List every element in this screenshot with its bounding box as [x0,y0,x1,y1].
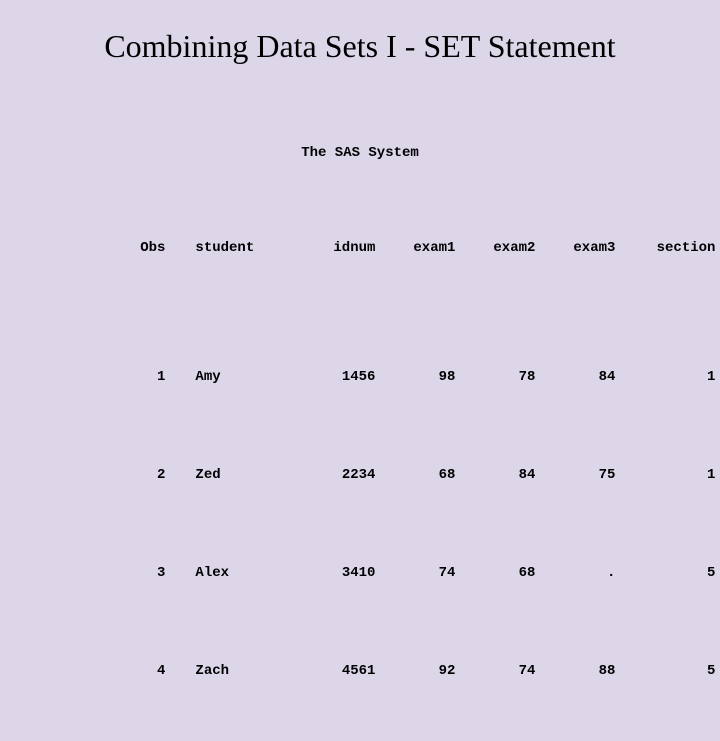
cell-exam3: 84 [535,368,615,388]
cell-exam2: 78 [455,368,535,388]
cell-section: 5 [615,662,715,682]
col-header-exam2: exam2 [455,239,535,259]
cell-exam1: 92 [375,662,455,682]
cell-exam3: 75 [535,466,615,486]
col-header-idnum: idnum [295,239,375,259]
cell-exam2: 84 [455,466,535,486]
cell-student: Amy [165,368,295,388]
cell-exam3: 88 [535,662,615,682]
col-header-exam3: exam3 [535,239,615,259]
cell-idnum: 2234 [295,466,375,486]
cell-section: 1 [615,368,715,388]
page-title: Combining Data Sets I - SET Statement [0,28,720,65]
table-row: 2Zed22346884751 [60,447,715,506]
cell-exam2: 74 [455,662,535,682]
cell-exam1: 68 [375,466,455,486]
table-row: 3Alex34107468.5 [60,545,715,604]
cell-exam1: 74 [375,564,455,584]
cell-idnum: 4561 [295,662,375,682]
table-row: 4Zach45619274885 [60,643,715,702]
sas-output-listing: Obsstudentidnumexam1exam2exam3section 1A… [60,180,715,741]
col-header-section: section [615,239,715,259]
table-header-row: Obsstudentidnumexam1exam2exam3section [60,219,715,278]
cell-exam3: . [535,564,615,584]
sas-system-title: The SAS System [0,145,720,161]
cell-exam1: 98 [375,368,455,388]
cell-student: Zed [165,466,295,486]
col-header-student: student [165,239,295,259]
cell-idnum: 3410 [295,564,375,584]
cell-section: 1 [615,466,715,486]
cell-student: Zach [165,662,295,682]
col-header-obs: Obs [110,239,165,259]
cell-obs: 2 [110,466,165,486]
col-header-exam1: exam1 [375,239,455,259]
cell-obs: 3 [110,564,165,584]
cell-section: 5 [615,564,715,584]
cell-student: Alex [165,564,295,584]
cell-obs: 4 [110,662,165,682]
cell-obs: 1 [110,368,165,388]
slide: Combining Data Sets I - SET Statement Th… [0,0,720,540]
table-row: 1Amy14569878841 [60,349,715,408]
cell-exam2: 68 [455,564,535,584]
cell-idnum: 1456 [295,368,375,388]
